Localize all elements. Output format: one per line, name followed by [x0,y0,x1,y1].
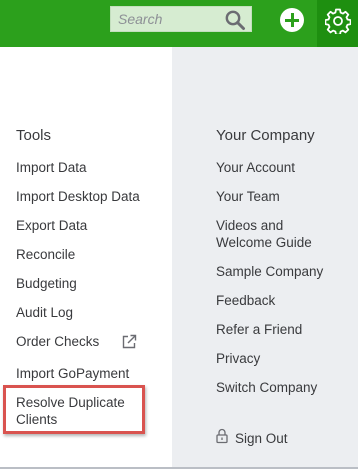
menu-item-switch-company[interactable]: Switch Company [216,379,317,396]
search-input[interactable] [111,7,228,31]
tools-heading: Tools [16,127,52,144]
menu-item-privacy[interactable]: Privacy [216,350,260,367]
settings-tab[interactable] [317,0,358,47]
menu-item-audit-log[interactable]: Audit Log [16,304,73,321]
menu-item-order-checks-label: Order Checks [16,334,100,349]
your-company-heading: Your Company [216,127,315,144]
menu-item-order-checks[interactable]: Order Checks [16,333,156,350]
menu-item-label-line2: Welcome Guide [216,235,312,250]
highlight-box [3,385,145,434]
menu-item-reconcile[interactable]: Reconcile [16,246,75,263]
gear-icon[interactable] [325,8,351,34]
menu-item-refer-a-friend[interactable]: Refer a Friend [216,321,302,338]
search-box[interactable] [110,6,252,32]
external-link-icon [122,334,137,349]
search-icon[interactable] [224,9,246,31]
menu-item-export-data[interactable]: Export Data [16,217,87,234]
plus-circle-icon[interactable] [280,8,304,32]
menu-item-sample-company[interactable]: Sample Company [216,263,323,280]
sign-out-link[interactable]: Sign Out [235,430,288,447]
menu-item-videos-welcome-guide[interactable]: Videos and Welcome Guide [216,217,312,251]
menu-item-your-team[interactable]: Your Team [216,188,280,205]
menu-item-your-account[interactable]: Your Account [216,159,295,176]
your-company-panel [172,47,358,469]
menu-item-import-desktop-data[interactable]: Import Desktop Data [16,188,140,205]
menu-item-import-data[interactable]: Import Data [16,159,87,176]
menu-item-label-line1: Videos and [216,218,284,233]
lock-icon [216,428,228,444]
top-bar [0,0,358,47]
menu-item-import-gopayment[interactable]: Import GoPayment [16,365,129,382]
menu-item-feedback[interactable]: Feedback [216,292,275,309]
menu-item-budgeting[interactable]: Budgeting [16,275,77,292]
